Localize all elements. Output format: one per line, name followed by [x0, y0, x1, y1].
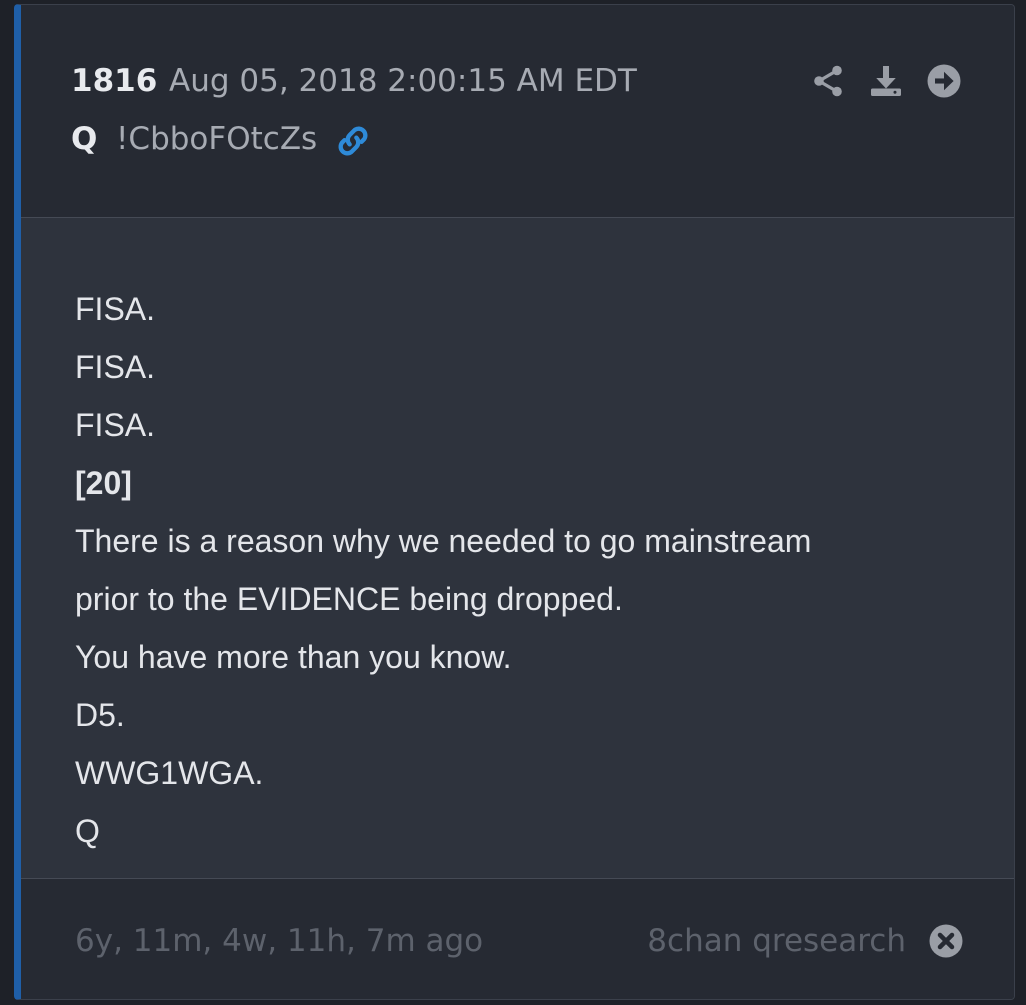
- post-number: 1816: [71, 63, 158, 99]
- time-ago: 6y, 11m, 4w, 11h, 7m ago: [75, 923, 484, 959]
- post-header: 1816 Aug 05, 2018 2:00:15 AM EDT Q !Cbbo…: [21, 5, 1014, 218]
- post-author: Q: [71, 121, 98, 157]
- post-line: You have more than you know.: [75, 639, 512, 675]
- close-circle-icon[interactable]: [928, 923, 964, 959]
- post-line: FISA.: [75, 291, 156, 327]
- download-icon[interactable]: [868, 63, 904, 99]
- link-icon[interactable]: [333, 121, 373, 161]
- arrow-right-circle-icon[interactable]: [926, 63, 962, 99]
- post-text: FISA. FISA. FISA. [20] There is a reason why…: [75, 280, 811, 860]
- post-tripcode: !CbboFOtcZs: [116, 121, 318, 157]
- post-line: Q: [75, 813, 100, 849]
- post-line: FISA.: [75, 349, 156, 385]
- post-line: WWG1WGA.: [75, 755, 264, 791]
- page: 1816 Aug 05, 2018 2:00:15 AM EDT Q !Cbbo…: [0, 0, 1026, 1005]
- share-icon[interactable]: [810, 63, 846, 99]
- post-line: [20]: [75, 465, 132, 501]
- post-line: FISA.: [75, 407, 156, 443]
- post-line: D5.: [75, 697, 125, 733]
- post-date: Aug 05, 2018 2:00:15 AM EDT: [169, 63, 637, 99]
- post-footer: 6y, 11m, 4w, 11h, 7m ago 8chan qresearch: [21, 879, 1014, 999]
- source-label: 8chan qresearch: [647, 923, 906, 959]
- post-card: 1816 Aug 05, 2018 2:00:15 AM EDT Q !Cbbo…: [14, 4, 1015, 1000]
- post-actions: [810, 63, 962, 99]
- post-body: FISA. FISA. FISA. [20] There is a reason why…: [21, 218, 1014, 879]
- post-line: There is a reason why we needed to go ma…: [75, 523, 812, 559]
- post-line: prior to the EVIDENCE being dropped.: [75, 581, 623, 617]
